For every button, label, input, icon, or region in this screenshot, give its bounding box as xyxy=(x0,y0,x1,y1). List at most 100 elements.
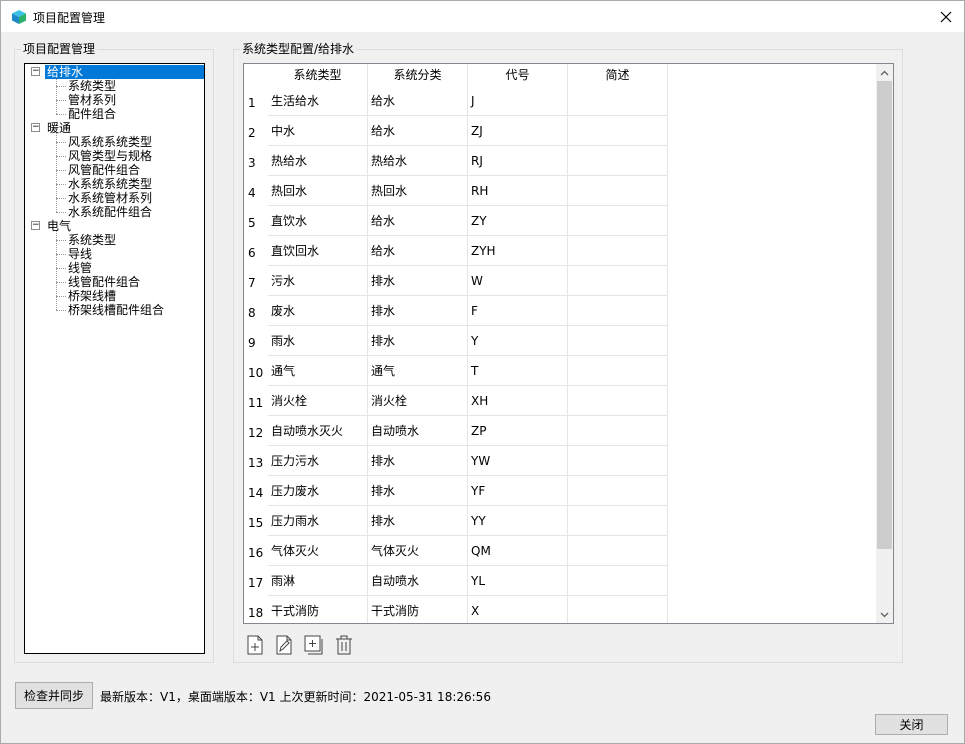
cell-type[interactable]: 中水 xyxy=(268,116,368,146)
scroll-up-button[interactable] xyxy=(876,64,893,81)
table-row[interactable]: 18 干式消防 干式消防 X xyxy=(244,596,668,623)
cell-desc[interactable] xyxy=(568,326,668,356)
cell-category[interactable]: 给水 xyxy=(368,206,468,236)
cell-type[interactable]: 气体灭火 xyxy=(268,536,368,566)
cell-desc[interactable] xyxy=(568,116,668,146)
cell-type[interactable]: 直饮水 xyxy=(268,206,368,236)
tree-node[interactable]: 水系统系统类型 xyxy=(68,177,152,191)
cell-type[interactable]: 压力废水 xyxy=(268,476,368,506)
cell-code[interactable]: QM xyxy=(468,536,568,566)
table-row[interactable]: 10 通气 通气 T xyxy=(244,356,668,386)
cell-category[interactable]: 干式消防 xyxy=(368,596,468,623)
cell-desc[interactable] xyxy=(568,476,668,506)
config-tree[interactable]: − 给排水 系统类型 管材系列 配件组合 − 暖通 风系统系统类型 风管类型与规格 风管配件组合水… xyxy=(24,63,205,654)
cell-code[interactable]: ZP xyxy=(468,416,568,446)
tree-node[interactable]: 桥架线槽配件组合 xyxy=(68,303,164,317)
tree-node[interactable]: 给排水 xyxy=(45,65,204,79)
tree-node[interactable]: 桥架线槽 xyxy=(68,289,116,303)
system-type-grid[interactable]: 系统类型 系统分类 代号 简述 1 生活给水 给水 J 2 中水 给水 ZJ 3 热给水 热给水 RJ 4 热回… xyxy=(243,63,894,624)
table-row[interactable]: 2 中水 给水 ZJ xyxy=(244,116,668,146)
tree-node[interactable]: 导线 xyxy=(68,247,92,261)
tree-node[interactable]: 水系统配件组合 xyxy=(68,205,152,219)
cell-desc[interactable] xyxy=(568,416,668,446)
cell-desc[interactable] xyxy=(568,176,668,206)
tree-node[interactable]: 线管 xyxy=(68,261,92,275)
cell-code[interactable]: YY xyxy=(468,506,568,536)
cell-code[interactable]: X xyxy=(468,596,568,623)
cell-category[interactable]: 热给水 xyxy=(368,146,468,176)
table-row[interactable]: 7 污水 排水 W xyxy=(244,266,668,296)
cell-category[interactable]: 通气 xyxy=(368,356,468,386)
cell-category[interactable]: 给水 xyxy=(368,116,468,146)
cell-desc[interactable] xyxy=(568,146,668,176)
cell-desc[interactable] xyxy=(568,266,668,296)
cell-desc[interactable] xyxy=(568,356,668,386)
cell-code[interactable]: J xyxy=(468,86,568,116)
cell-code[interactable]: T xyxy=(468,356,568,386)
cell-type[interactable]: 压力污水 xyxy=(268,446,368,476)
cell-desc[interactable] xyxy=(568,506,668,536)
cell-code[interactable]: YL xyxy=(468,566,568,596)
tree-node[interactable]: 系统类型 xyxy=(68,79,116,93)
table-row[interactable]: 17 雨淋 自动喷水 YL xyxy=(244,566,668,596)
table-row[interactable]: 11 消火栓 消火栓 XH xyxy=(244,386,668,416)
column-header[interactable]: 代号 xyxy=(468,64,568,87)
cell-category[interactable]: 排水 xyxy=(368,506,468,536)
cell-desc[interactable] xyxy=(568,296,668,326)
tree-node[interactable]: 系统类型 xyxy=(68,233,116,247)
table-row[interactable]: 8 废水 排水 F xyxy=(244,296,668,326)
cell-type[interactable]: 热给水 xyxy=(268,146,368,176)
tree-node[interactable]: 暖通 xyxy=(45,121,71,135)
cell-category[interactable]: 自动喷水 xyxy=(368,566,468,596)
tree-node[interactable]: 水系统管材系列 xyxy=(68,191,152,205)
tree-node[interactable]: 风管配件组合 xyxy=(68,163,140,177)
cell-code[interactable]: YF xyxy=(468,476,568,506)
edit-button[interactable] xyxy=(273,634,295,656)
tree-expander[interactable]: − xyxy=(31,67,40,76)
table-row[interactable]: 15 压力雨水 排水 YY xyxy=(244,506,668,536)
cell-type[interactable]: 污水 xyxy=(268,266,368,296)
cell-type[interactable]: 废水 xyxy=(268,296,368,326)
table-row[interactable]: 12 自动喷水灭火 自动喷水 ZP xyxy=(244,416,668,446)
table-row[interactable]: 5 直饮水 给水 ZY xyxy=(244,206,668,236)
tree-node[interactable]: 管材系列 xyxy=(68,93,116,107)
grid-vertical-scrollbar[interactable] xyxy=(876,64,893,623)
cell-desc[interactable] xyxy=(568,446,668,476)
tree-node[interactable]: 配件组合 xyxy=(68,107,116,121)
close-button[interactable]: 关闭 xyxy=(875,714,948,735)
column-header[interactable]: 简述 xyxy=(568,64,668,87)
table-row[interactable]: 9 雨水 排水 Y xyxy=(244,326,668,356)
cell-type[interactable]: 通气 xyxy=(268,356,368,386)
cell-category[interactable]: 给水 xyxy=(368,236,468,266)
cell-category[interactable]: 排水 xyxy=(368,296,468,326)
cell-desc[interactable] xyxy=(568,386,668,416)
tree-node[interactable]: 线管配件组合 xyxy=(68,275,140,289)
delete-button[interactable] xyxy=(333,634,355,656)
cell-category[interactable]: 自动喷水 xyxy=(368,416,468,446)
table-row[interactable]: 13 压力污水 排水 YW xyxy=(244,446,668,476)
cell-category[interactable]: 消火栓 xyxy=(368,386,468,416)
cell-code[interactable]: Y xyxy=(468,326,568,356)
column-header[interactable]: 系统类型 xyxy=(268,64,368,87)
cell-type[interactable]: 干式消防 xyxy=(268,596,368,623)
cell-desc[interactable] xyxy=(568,536,668,566)
cell-code[interactable]: YW xyxy=(468,446,568,476)
table-row[interactable]: 3 热给水 热给水 RJ xyxy=(244,146,668,176)
cell-category[interactable]: 排水 xyxy=(368,476,468,506)
cell-type[interactable]: 生活给水 xyxy=(268,86,368,116)
cell-desc[interactable] xyxy=(568,596,668,623)
add-copy-button[interactable] xyxy=(303,634,325,656)
table-row[interactable]: 6 直饮回水 给水 ZYH xyxy=(244,236,668,266)
cell-code[interactable]: ZYH xyxy=(468,236,568,266)
table-row[interactable]: 16 气体灭火 气体灭火 QM xyxy=(244,536,668,566)
scroll-thumb[interactable] xyxy=(877,81,892,549)
cell-category[interactable]: 排水 xyxy=(368,266,468,296)
scroll-down-button[interactable] xyxy=(876,606,893,623)
cell-type[interactable]: 压力雨水 xyxy=(268,506,368,536)
cell-category[interactable]: 排水 xyxy=(368,326,468,356)
cell-type[interactable]: 消火栓 xyxy=(268,386,368,416)
tree-expander[interactable]: − xyxy=(31,221,40,230)
cell-code[interactable]: W xyxy=(468,266,568,296)
cell-code[interactable]: ZY xyxy=(468,206,568,236)
cell-desc[interactable] xyxy=(568,86,668,116)
